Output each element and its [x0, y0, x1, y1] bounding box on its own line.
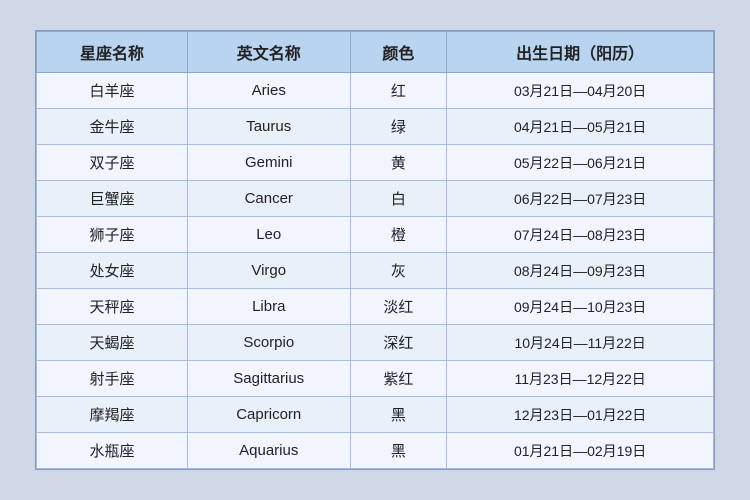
cell-chinese-name: 天蝎座	[37, 325, 188, 361]
cell-chinese-name: 摩羯座	[37, 397, 188, 433]
cell-color: 黑	[350, 397, 447, 433]
cell-color: 黄	[350, 145, 447, 181]
table-row: 巨蟹座Cancer白06月22日—07月23日	[37, 181, 714, 217]
cell-dates: 12月23日—01月22日	[447, 397, 714, 433]
cell-chinese-name: 水瓶座	[37, 433, 188, 469]
cell-chinese-name: 天秤座	[37, 289, 188, 325]
cell-color: 淡红	[350, 289, 447, 325]
cell-chinese-name: 狮子座	[37, 217, 188, 253]
table-body: 白羊座Aries红03月21日—04月20日金牛座Taurus绿04月21日—0…	[37, 73, 714, 469]
cell-color: 紫红	[350, 361, 447, 397]
table-row: 摩羯座Capricorn黑12月23日—01月22日	[37, 397, 714, 433]
cell-english-name: Aries	[187, 73, 350, 109]
cell-chinese-name: 处女座	[37, 253, 188, 289]
cell-chinese-name: 射手座	[37, 361, 188, 397]
cell-color: 橙	[350, 217, 447, 253]
cell-color: 深红	[350, 325, 447, 361]
table-row: 天蝎座Scorpio深红10月24日—11月22日	[37, 325, 714, 361]
cell-english-name: Libra	[187, 289, 350, 325]
cell-color: 绿	[350, 109, 447, 145]
cell-dates: 09月24日—10月23日	[447, 289, 714, 325]
cell-english-name: Scorpio	[187, 325, 350, 361]
zodiac-table: 星座名称 英文名称 颜色 出生日期（阳历） 白羊座Aries红03月21日—04…	[36, 31, 714, 469]
table-row: 金牛座Taurus绿04月21日—05月21日	[37, 109, 714, 145]
cell-color: 灰	[350, 253, 447, 289]
cell-color: 白	[350, 181, 447, 217]
cell-english-name: Aquarius	[187, 433, 350, 469]
cell-english-name: Sagittarius	[187, 361, 350, 397]
cell-color: 红	[350, 73, 447, 109]
cell-dates: 04月21日—05月21日	[447, 109, 714, 145]
table-row: 白羊座Aries红03月21日—04月20日	[37, 73, 714, 109]
cell-chinese-name: 巨蟹座	[37, 181, 188, 217]
header-color: 颜色	[350, 32, 447, 73]
cell-chinese-name: 双子座	[37, 145, 188, 181]
cell-color: 黑	[350, 433, 447, 469]
header-birth-date: 出生日期（阳历）	[447, 32, 714, 73]
cell-dates: 11月23日—12月22日	[447, 361, 714, 397]
cell-chinese-name: 金牛座	[37, 109, 188, 145]
cell-dates: 07月24日—08月23日	[447, 217, 714, 253]
cell-dates: 05月22日—06月21日	[447, 145, 714, 181]
header-chinese-name: 星座名称	[37, 32, 188, 73]
table-row: 处女座Virgo灰08月24日—09月23日	[37, 253, 714, 289]
cell-dates: 06月22日—07月23日	[447, 181, 714, 217]
table-row: 双子座Gemini黄05月22日—06月21日	[37, 145, 714, 181]
cell-dates: 01月21日—02月19日	[447, 433, 714, 469]
table-row: 狮子座Leo橙07月24日—08月23日	[37, 217, 714, 253]
cell-english-name: Leo	[187, 217, 350, 253]
cell-english-name: Capricorn	[187, 397, 350, 433]
zodiac-table-container: 星座名称 英文名称 颜色 出生日期（阳历） 白羊座Aries红03月21日—04…	[35, 30, 715, 470]
header-english-name: 英文名称	[187, 32, 350, 73]
cell-english-name: Taurus	[187, 109, 350, 145]
cell-english-name: Virgo	[187, 253, 350, 289]
cell-chinese-name: 白羊座	[37, 73, 188, 109]
cell-dates: 08月24日—09月23日	[447, 253, 714, 289]
table-row: 天秤座Libra淡红09月24日—10月23日	[37, 289, 714, 325]
cell-english-name: Gemini	[187, 145, 350, 181]
table-header-row: 星座名称 英文名称 颜色 出生日期（阳历）	[37, 32, 714, 73]
table-row: 射手座Sagittarius紫红11月23日—12月22日	[37, 361, 714, 397]
cell-dates: 10月24日—11月22日	[447, 325, 714, 361]
cell-dates: 03月21日—04月20日	[447, 73, 714, 109]
cell-english-name: Cancer	[187, 181, 350, 217]
table-row: 水瓶座Aquarius黑01月21日—02月19日	[37, 433, 714, 469]
